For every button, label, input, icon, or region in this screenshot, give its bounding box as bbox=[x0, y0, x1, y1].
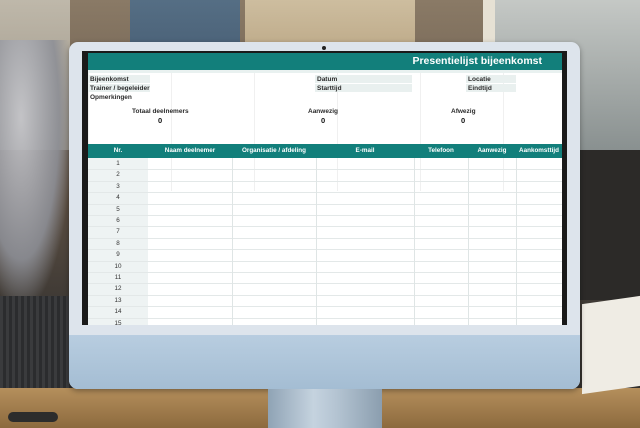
row-number: 2 bbox=[116, 171, 120, 179]
sheet-title-bar: Presentielijst bijeenkomst bbox=[88, 53, 562, 70]
summary-value-aanwezig: 0 bbox=[321, 116, 326, 125]
column-divider bbox=[232, 158, 233, 325]
blurred-person bbox=[0, 40, 70, 300]
label-starttijd: Starttijd bbox=[317, 85, 342, 92]
column-divider bbox=[468, 158, 469, 325]
column-header-organisatie[interactable]: Organisatie / afdeling bbox=[232, 147, 316, 154]
table-header: Nr. Naam deelnemer Organisatie / afdelin… bbox=[88, 144, 562, 158]
row-number: 7 bbox=[116, 228, 120, 236]
row-number: 6 bbox=[116, 217, 120, 224]
title-divider bbox=[88, 70, 562, 73]
label-eindtijd: Eindtijd bbox=[468, 85, 492, 92]
summary-value-afwezig: 0 bbox=[461, 116, 466, 125]
label-datum: Datum bbox=[317, 76, 338, 83]
row-number: 15 bbox=[114, 319, 122, 325]
row-number: 13 bbox=[114, 296, 122, 304]
column-header-nr[interactable]: Nr. bbox=[88, 147, 148, 154]
label-bijeenkomst: Bijeenkomst bbox=[90, 76, 129, 83]
row-number: 9 bbox=[116, 251, 120, 259]
column-header-aankomsttijd[interactable]: Aankomsttijd bbox=[516, 147, 562, 154]
monitor-chin bbox=[69, 335, 580, 389]
label-trainer: Trainer / begeleider bbox=[90, 85, 150, 92]
table-row[interactable]: 15 bbox=[88, 318, 562, 325]
summary-value-totaal: 0 bbox=[158, 116, 163, 125]
column-header-naam[interactable]: Naam deelnemer bbox=[148, 147, 232, 154]
label-opmerkingen: Opmerkingen bbox=[90, 94, 132, 101]
monitor-stand bbox=[268, 389, 382, 428]
summary-label-aanwezig: Aanwezig bbox=[308, 108, 338, 115]
row-number: 3 bbox=[116, 182, 120, 190]
summary-label-totaal: Totaal deelnemers bbox=[132, 108, 189, 115]
row-number: 14 bbox=[114, 308, 122, 316]
row-number: 1 bbox=[116, 160, 120, 167]
row-number: 4 bbox=[116, 194, 120, 202]
monitor-screen: Presentielijst bijeenkomst Bijeenkomst T… bbox=[82, 51, 567, 325]
spreadsheet[interactable]: Presentielijst bijeenkomst Bijeenkomst T… bbox=[88, 53, 562, 325]
desk-cable bbox=[8, 412, 58, 422]
webcam-icon bbox=[322, 46, 326, 50]
sheet-title: Presentielijst bijeenkomst bbox=[412, 55, 542, 67]
row-number: 10 bbox=[114, 262, 122, 270]
column-divider bbox=[414, 158, 415, 325]
column-divider bbox=[316, 158, 317, 325]
paper-stack bbox=[582, 295, 640, 395]
column-divider bbox=[516, 158, 517, 325]
row-number: 5 bbox=[116, 205, 120, 213]
row-number: 8 bbox=[116, 239, 120, 247]
column-header-email[interactable]: E-mail bbox=[316, 147, 414, 154]
summary-label-afwezig: Afwezig bbox=[451, 108, 476, 115]
column-header-telefoon[interactable]: Telefoon bbox=[414, 147, 468, 154]
column-header-aanwezig[interactable]: Aanwezig bbox=[468, 147, 516, 154]
label-locatie: Locatie bbox=[468, 76, 491, 83]
row-number: 12 bbox=[114, 285, 122, 293]
row-number: 11 bbox=[114, 274, 122, 281]
